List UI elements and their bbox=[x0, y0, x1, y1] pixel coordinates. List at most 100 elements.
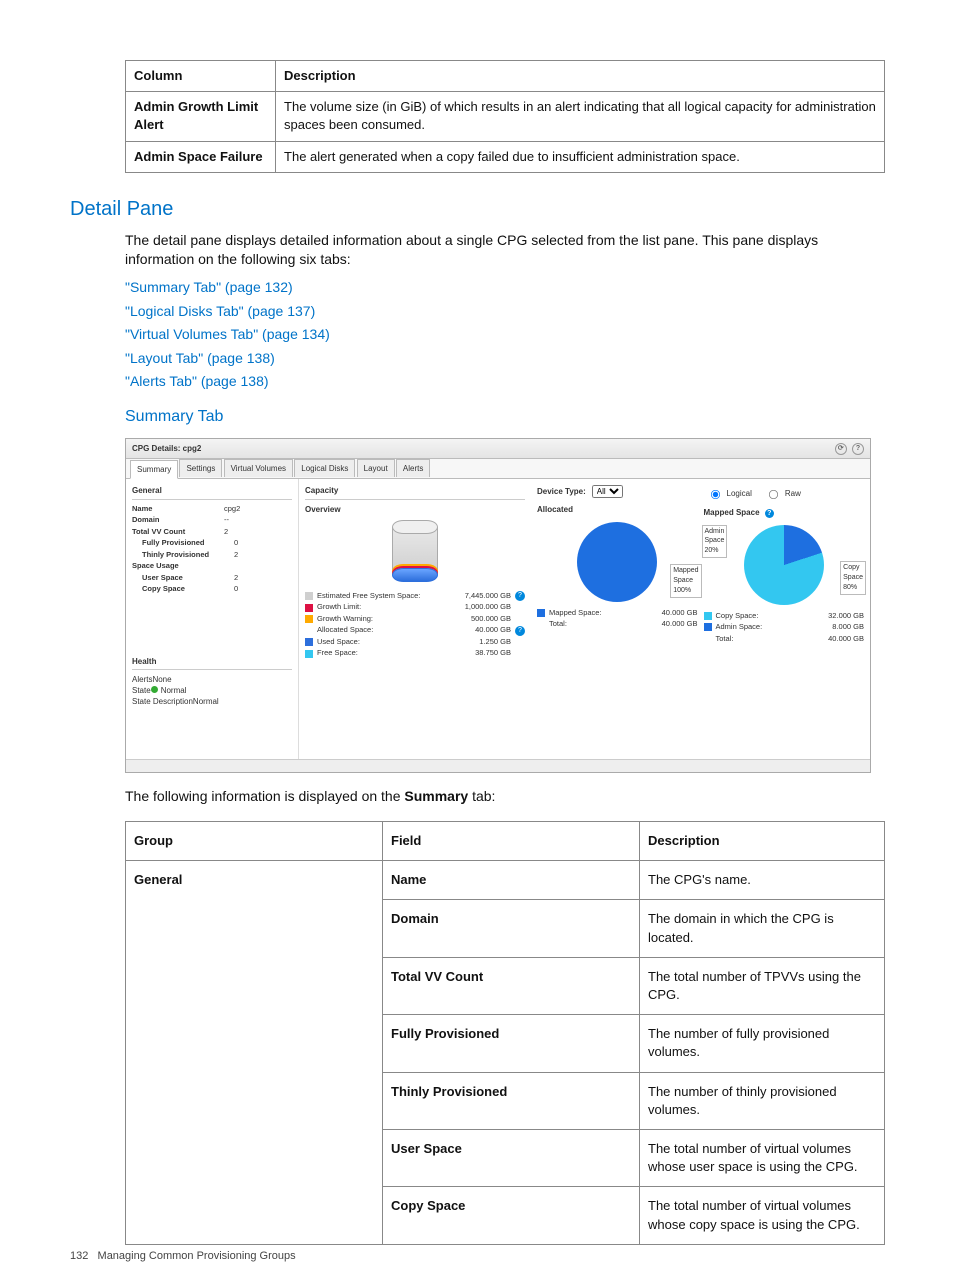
legend-swatch-icon bbox=[537, 609, 545, 617]
general-section-title: General bbox=[132, 485, 292, 499]
desc-cell: The number of fully provisioned volumes. bbox=[640, 1015, 885, 1072]
mapped-title: Mapped Space ? bbox=[704, 507, 865, 518]
general-row: Domain-- bbox=[132, 515, 292, 526]
cpg-details-screenshot: CPG Details: cpg2 ⟳ ? Summary Settings V… bbox=[125, 438, 871, 773]
header-group: Group bbox=[126, 822, 383, 861]
general-key: Domain bbox=[132, 515, 224, 526]
general-value: 2 bbox=[234, 573, 292, 584]
health-row: State DescriptionNormal bbox=[132, 696, 292, 707]
status-normal-icon bbox=[151, 686, 158, 693]
column-description-table: Column Description Admin Growth Limit Al… bbox=[125, 60, 885, 173]
tab-summary[interactable]: Summary bbox=[130, 460, 178, 479]
tab-layout[interactable]: Layout bbox=[357, 459, 395, 477]
cell-description: The alert generated when a copy failed d… bbox=[276, 141, 885, 172]
tab-settings[interactable]: Settings bbox=[179, 459, 222, 477]
table-row: Admin Space Failure The alert generated … bbox=[126, 141, 885, 172]
general-value: 0 bbox=[234, 538, 292, 549]
desc-cell: The total number of virtual volumes whos… bbox=[640, 1187, 885, 1244]
mapped-legend-row: Total:40.000 GB bbox=[704, 634, 865, 645]
help-icon[interactable]: ? bbox=[515, 591, 525, 601]
field-cell: User Space bbox=[383, 1129, 640, 1186]
section-heading-detail-pane: Detail Pane bbox=[70, 195, 884, 223]
general-key: Thinly Provisioned bbox=[132, 550, 234, 561]
legend-swatch-icon bbox=[305, 615, 313, 623]
field-cell: Fully Provisioned bbox=[383, 1015, 640, 1072]
mapped-legend-row: Copy Space:32.000 GB bbox=[704, 611, 865, 622]
link-list: "Summary Tab" (page 132) "Logical Disks … bbox=[125, 278, 885, 392]
allocated-legend-row: Mapped Space:40.000 GB bbox=[537, 608, 698, 619]
general-key: Name bbox=[132, 504, 224, 515]
cell-description: The volume size (in GiB) of which result… bbox=[276, 92, 885, 141]
radio-raw[interactable]: Raw bbox=[762, 485, 801, 501]
overview-legend-row: Free Space:38.750 GB bbox=[305, 648, 525, 659]
health-section-title: Health bbox=[132, 656, 292, 670]
xref-link[interactable]: "Summary Tab" (page 132) bbox=[125, 278, 885, 298]
desc-cell: The number of thinly provisioned volumes… bbox=[640, 1072, 885, 1129]
general-row: Namecpg2 bbox=[132, 504, 292, 515]
field-cell: Name bbox=[383, 861, 640, 900]
xref-link[interactable]: "Alerts Tab" (page 138) bbox=[125, 372, 885, 392]
cell-column: Admin Growth Limit Alert bbox=[126, 92, 276, 141]
mapped-pie-label-admin: Admin Space 20% bbox=[702, 525, 728, 558]
tab-bar: Summary Settings Virtual Volumes Logical… bbox=[126, 459, 870, 479]
general-row: Copy Space0 bbox=[132, 584, 292, 595]
field-cell: Copy Space bbox=[383, 1187, 640, 1244]
overview-legend-row: Growth Limit:1,000.000 GB bbox=[305, 602, 525, 613]
group-cell: General bbox=[126, 861, 383, 1244]
tab-alerts[interactable]: Alerts bbox=[396, 459, 430, 477]
subheading-summary-tab: Summary Tab bbox=[125, 406, 884, 428]
desc-cell: The domain in which the CPG is located. bbox=[640, 900, 885, 957]
help-icon[interactable]: ? bbox=[515, 626, 525, 636]
xref-link[interactable]: "Layout Tab" (page 138) bbox=[125, 349, 885, 369]
general-key: Copy Space bbox=[132, 584, 234, 595]
radio-logical[interactable]: Logical bbox=[704, 485, 752, 501]
device-type-select[interactable]: All bbox=[592, 485, 623, 498]
header-field: Field bbox=[383, 822, 640, 861]
legend-swatch-icon bbox=[305, 638, 313, 646]
legend-swatch-icon bbox=[305, 650, 313, 658]
refresh-icon[interactable]: ⟳ bbox=[835, 443, 847, 455]
xref-link[interactable]: "Virtual Volumes Tab" (page 134) bbox=[125, 325, 885, 345]
device-type-label: Device Type: bbox=[537, 486, 586, 497]
general-value: cpg2 bbox=[224, 504, 292, 515]
summary-intro: The following information is displayed o… bbox=[125, 787, 885, 807]
general-value: 2 bbox=[224, 527, 292, 538]
field-cell: Domain bbox=[383, 900, 640, 957]
tab-virtual-volumes[interactable]: Virtual Volumes bbox=[224, 459, 293, 477]
general-row: Total VV Count2 bbox=[132, 527, 292, 538]
table-row: Admin Growth Limit Alert The volume size… bbox=[126, 92, 885, 141]
general-key: User Space bbox=[132, 573, 234, 584]
overview-legend-row: Growth Warning:500.000 GB bbox=[305, 614, 525, 625]
general-value bbox=[224, 561, 292, 572]
allocated-legend-row: Total:40.000 GB bbox=[537, 619, 698, 630]
general-row: Fully Provisioned0 bbox=[132, 538, 292, 549]
general-row: Thinly Provisioned2 bbox=[132, 550, 292, 561]
allocated-title: Allocated bbox=[537, 504, 698, 515]
allocated-pie-label: Mapped Space 100% bbox=[670, 564, 701, 597]
mapped-pie-label-copy: Copy Space 80% bbox=[840, 561, 866, 594]
cell-column: Admin Space Failure bbox=[126, 141, 276, 172]
xref-link[interactable]: "Logical Disks Tab" (page 137) bbox=[125, 302, 885, 322]
window-title: CPG Details: cpg2 bbox=[132, 443, 201, 454]
horizontal-scrollbar[interactable] bbox=[126, 759, 870, 772]
page-footer: 132 Managing Common Provisioning Groups bbox=[70, 1249, 296, 1264]
legend-swatch-icon bbox=[305, 592, 313, 600]
overview-legend-row: Estimated Free System Space:7,445.000 GB… bbox=[305, 591, 525, 602]
legend-swatch-icon bbox=[704, 623, 712, 631]
general-value: 2 bbox=[234, 550, 292, 561]
mapped-pie-chart bbox=[744, 525, 824, 605]
col-header-column: Column bbox=[126, 61, 276, 92]
tab-logical-disks[interactable]: Logical Disks bbox=[294, 459, 355, 477]
desc-cell: The CPG's name. bbox=[640, 861, 885, 900]
summary-fields-table: Group Field Description GeneralNameThe C… bbox=[125, 821, 885, 1245]
col-header-description: Description bbox=[276, 61, 885, 92]
general-value: 0 bbox=[234, 584, 292, 595]
help-icon[interactable]: ? bbox=[852, 443, 864, 455]
overview-legend-row: Used Space:1.250 GB bbox=[305, 637, 525, 648]
help-icon[interactable]: ? bbox=[765, 509, 774, 518]
field-cell: Thinly Provisioned bbox=[383, 1072, 640, 1129]
desc-cell: The total number of virtual volumes whos… bbox=[640, 1129, 885, 1186]
general-row: User Space2 bbox=[132, 573, 292, 584]
general-key: Fully Provisioned bbox=[132, 538, 234, 549]
overview-legend-row: Allocated Space:40.000 GB? bbox=[305, 625, 525, 636]
